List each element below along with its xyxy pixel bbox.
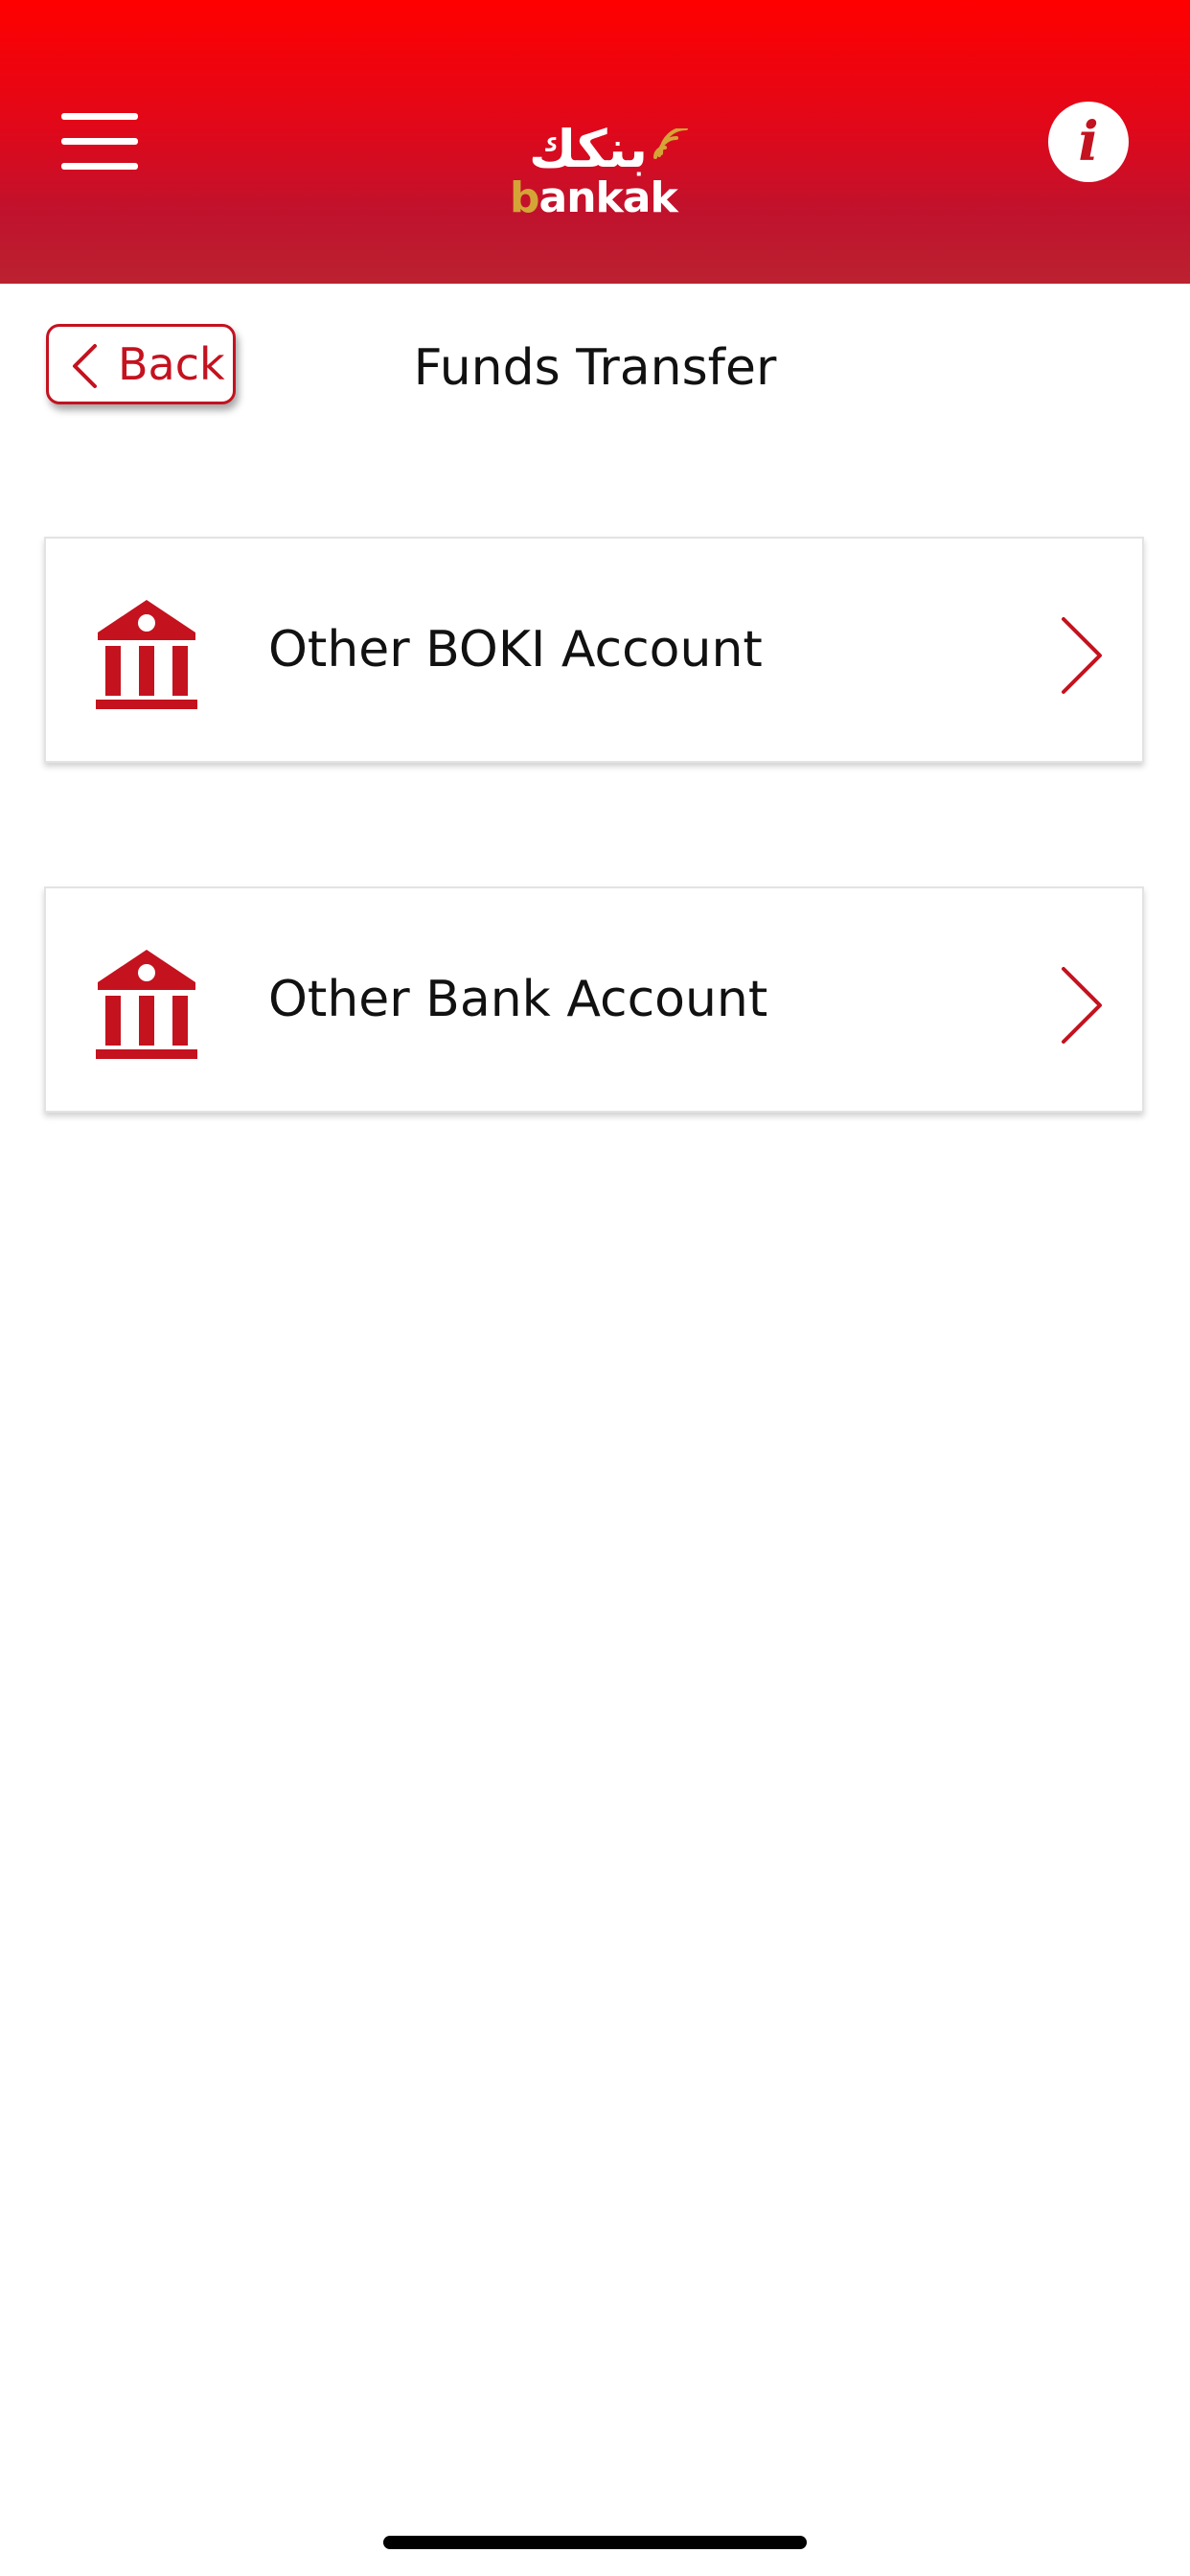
signal-waves-icon — [653, 128, 688, 159]
option-label: Other Bank Account — [268, 971, 768, 1028]
info-icon: i — [1078, 110, 1099, 173]
other-boki-account-option[interactable]: Other BOKI Account — [44, 537, 1144, 763]
menu-line — [61, 138, 138, 145]
app-header: بنكك bankak i — [0, 0, 1190, 284]
hamburger-menu-icon[interactable] — [54, 104, 146, 180]
home-indicator[interactable] — [383, 2536, 807, 2549]
logo-arabic-text: بنكك — [528, 119, 648, 179]
bank-icon — [96, 600, 197, 709]
info-button[interactable]: i — [1048, 102, 1129, 182]
logo-accent-letter: b — [510, 173, 539, 222]
chevron-right-icon — [1062, 967, 1102, 1044]
logo-latin-text: bankak — [510, 173, 678, 222]
bankak-logo: بنكك bankak — [506, 121, 688, 226]
menu-line — [61, 113, 138, 120]
menu-line — [61, 163, 138, 170]
chevron-right-icon — [1062, 617, 1102, 694]
page-title: Funds Transfer — [413, 339, 777, 397]
logo-rest-letters: ankak — [538, 173, 678, 222]
back-button[interactable]: Back — [46, 324, 236, 404]
bank-icon — [96, 950, 197, 1059]
back-button-label: Back — [118, 338, 225, 390]
option-label: Other BOKI Account — [268, 621, 763, 678]
chevron-left-icon — [73, 344, 97, 388]
other-bank-account-option[interactable]: Other Bank Account — [44, 886, 1144, 1113]
